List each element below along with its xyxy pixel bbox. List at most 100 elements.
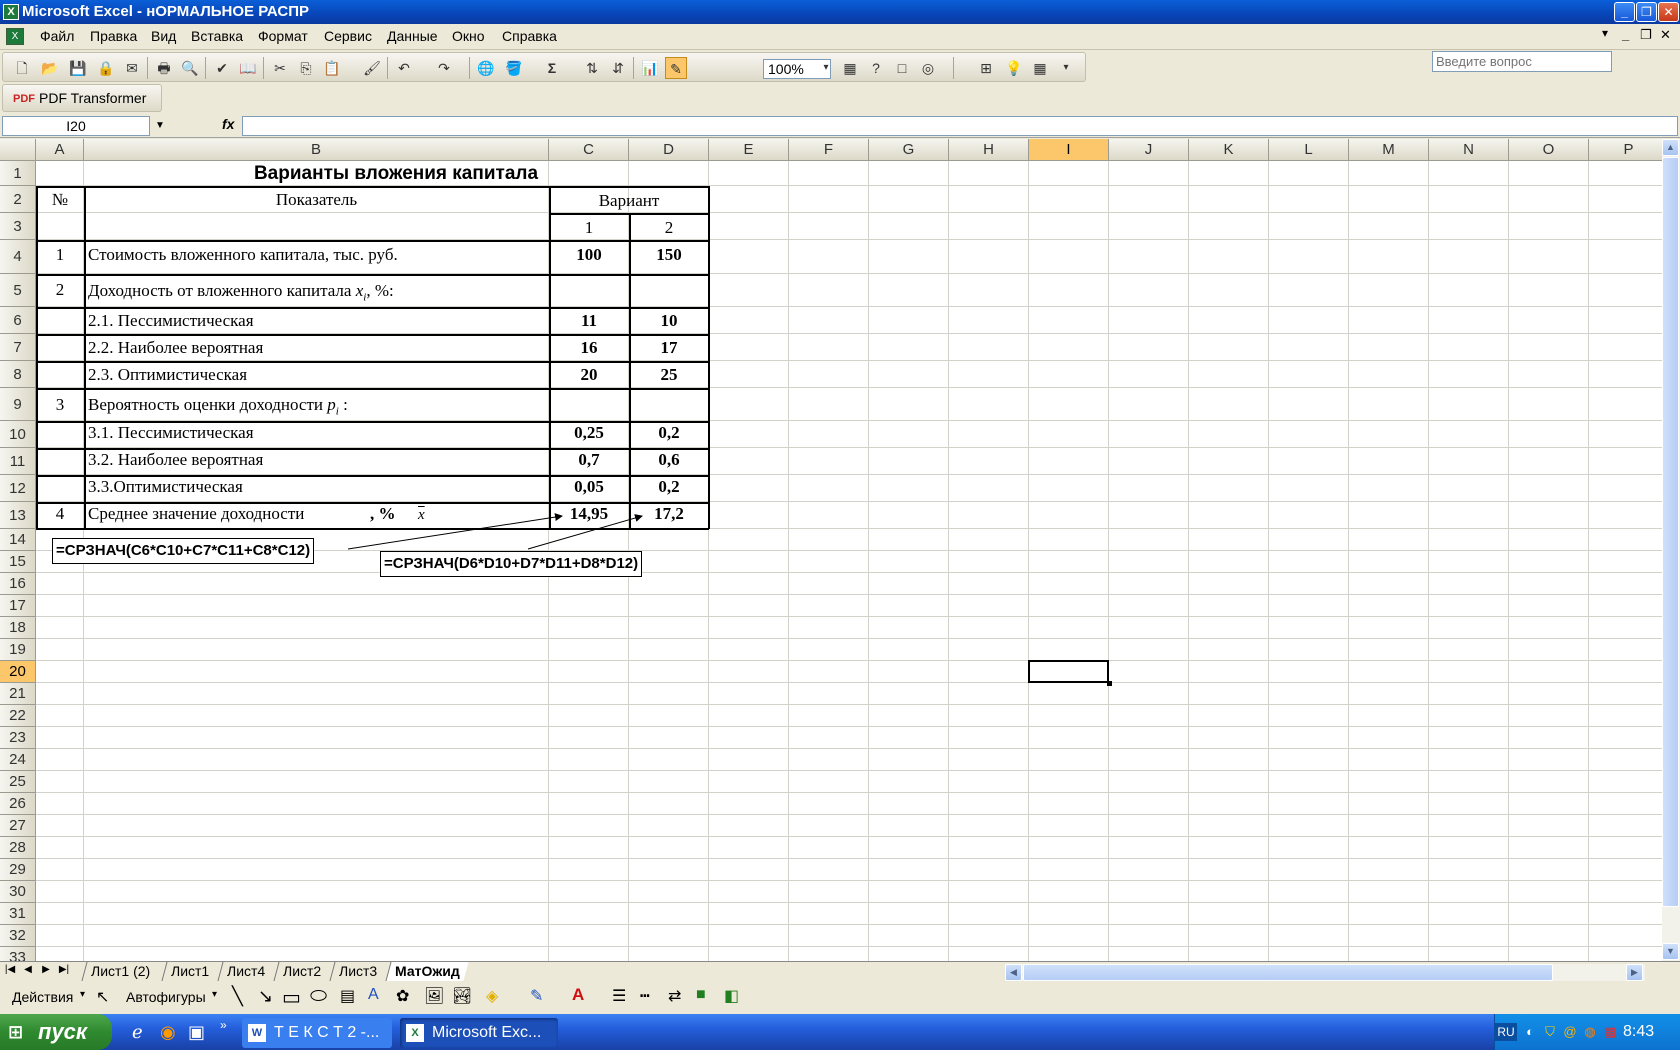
workbook-icon[interactable]: X bbox=[6, 28, 24, 45]
undo-icon[interactable]: ↶ bbox=[393, 57, 415, 79]
task-excel[interactable]: X Microsoft Exc... bbox=[400, 1018, 558, 1048]
window-icon[interactable]: □ bbox=[891, 57, 913, 79]
spelling-icon[interactable]: ✔ bbox=[211, 57, 233, 79]
insert-function-icon[interactable]: fx bbox=[222, 116, 234, 132]
hyperlink-icon[interactable]: 🌐 bbox=[475, 57, 497, 79]
help-dropdown-icon[interactable]: ▾ bbox=[1602, 26, 1608, 40]
line-style-icon[interactable]: ☰ bbox=[612, 986, 626, 1006]
autosum-icon[interactable]: Σ bbox=[541, 57, 563, 79]
tray-shield-icon[interactable]: ◐ bbox=[1521, 1023, 1539, 1041]
next-sheet-icon[interactable]: ▶ bbox=[38, 964, 54, 975]
wordart-icon[interactable]: A bbox=[368, 986, 379, 1004]
start-button[interactable]: ⊞ пуск bbox=[0, 1014, 112, 1050]
borders-icon[interactable]: ⊞ bbox=[975, 57, 997, 79]
format-painter-icon[interactable]: 🖌 bbox=[361, 57, 383, 79]
active-cell-i20[interactable] bbox=[1028, 660, 1112, 686]
name-box-dropdown-icon[interactable]: ▼ bbox=[150, 116, 170, 136]
maximize-button[interactable]: ❐ bbox=[1636, 2, 1657, 22]
email-icon[interactable]: ✉ bbox=[121, 57, 143, 79]
actions-dropdown-icon[interactable]: ▾ bbox=[80, 989, 85, 1000]
tray-app-icon[interactable]: ◍ bbox=[1581, 1023, 1599, 1041]
tab-list4[interactable]: Лист4 bbox=[217, 962, 274, 981]
scroll-up-icon[interactable]: ▲ bbox=[1662, 139, 1679, 156]
cut-icon[interactable]: ✂ bbox=[269, 57, 291, 79]
copy-icon[interactable]: ⎘ bbox=[295, 57, 317, 79]
oval-icon[interactable]: ⬭ bbox=[310, 985, 327, 1008]
dash-style-icon[interactable]: ┅ bbox=[640, 986, 650, 1006]
drawing-icon[interactable]: ✎ bbox=[665, 57, 687, 79]
worksheet-grid[interactable]: ABCDEFGHIJKLMNOP 1 2 3 4 5 6 7 8 9 10 11 12 13 14 15 16… bbox=[0, 139, 1662, 961]
last-sheet-icon[interactable]: ▶| bbox=[56, 964, 72, 975]
tab-list1[interactable]: Лист1 bbox=[161, 962, 218, 981]
quicklaunch-more-icon[interactable]: » bbox=[220, 1018, 227, 1032]
redo-icon[interactable]: ↷ bbox=[433, 57, 455, 79]
menu-file[interactable]: Файл bbox=[40, 28, 74, 44]
tray-mail-icon[interactable]: @ bbox=[1561, 1023, 1579, 1041]
close-button[interactable]: ✕ bbox=[1658, 2, 1679, 22]
formula-callout-d[interactable]: =СРЗНАЧ(D6*D10+D7*D11+D8*D12) bbox=[380, 551, 643, 577]
horizontal-scroll-thumb[interactable] bbox=[1023, 964, 1553, 981]
quicklaunch-icon[interactable]: ▣ bbox=[188, 1022, 205, 1043]
chart-wizard-icon[interactable]: 📊 bbox=[639, 57, 661, 79]
doc-restore-button[interactable]: ❐ bbox=[1640, 27, 1652, 43]
fill-color-icon[interactable]: 🪣 bbox=[503, 57, 525, 79]
diagram-icon[interactable]: ✿ bbox=[396, 986, 409, 1006]
shadow-icon[interactable]: ■ bbox=[696, 986, 706, 1004]
formula-input[interactable] bbox=[242, 116, 1678, 136]
picture-icon[interactable]: 🏞 bbox=[452, 986, 472, 1006]
prev-sheet-icon[interactable]: ◀ bbox=[20, 964, 36, 975]
research-icon[interactable]: 📖 bbox=[237, 57, 259, 79]
sort-descending-icon[interactable]: ⇵ bbox=[607, 57, 629, 79]
line-icon[interactable]: ╲ bbox=[232, 986, 243, 1007]
arrow-style-icon[interactable]: ⇄ bbox=[668, 986, 681, 1006]
vertical-scrollbar[interactable]: ▲ ▼ bbox=[1662, 139, 1680, 961]
menu-tools[interactable]: Сервис bbox=[324, 28, 372, 44]
line-color-icon[interactable]: ✎ bbox=[530, 986, 543, 1006]
open-icon[interactable]: 📂 bbox=[39, 57, 61, 79]
ie-icon[interactable]: ℯ bbox=[132, 1022, 143, 1043]
doc-minimize-button[interactable]: _ bbox=[1622, 27, 1629, 42]
excel-app-icon[interactable]: X bbox=[3, 4, 19, 20]
vertical-scroll-thumb[interactable] bbox=[1662, 157, 1679, 907]
tab-list1-2[interactable]: Лист1 (2) bbox=[81, 962, 159, 981]
fill-color-draw-icon[interactable]: ◈ bbox=[486, 986, 498, 1006]
menu-view[interactable]: Вид bbox=[151, 28, 176, 44]
grid-icon[interactable]: ▦ bbox=[1029, 57, 1051, 79]
name-box[interactable]: I20 bbox=[2, 116, 150, 136]
scroll-left-icon[interactable]: ◀ bbox=[1005, 964, 1022, 981]
horizontal-scrollbar[interactable]: ◀ ▶ bbox=[1005, 964, 1645, 981]
doc-close-button[interactable]: ✕ bbox=[1660, 27, 1671, 43]
formula-callout-c[interactable]: =СРЗНАЧ(C6*C10+C7*C11+C8*C12) bbox=[52, 538, 315, 564]
pdf-transformer-button[interactable]: PDF Transformer bbox=[39, 90, 146, 106]
menu-window[interactable]: Окно bbox=[452, 28, 485, 44]
task-word-doc[interactable]: W Т Е К С Т 2 -... bbox=[242, 1018, 392, 1048]
help-question-input[interactable] bbox=[1432, 51, 1612, 72]
firefox-icon[interactable]: ◉ bbox=[160, 1022, 176, 1043]
menu-edit[interactable]: Правка bbox=[90, 28, 137, 44]
minimize-button[interactable]: _ bbox=[1614, 2, 1635, 22]
first-sheet-icon[interactable]: |◀ bbox=[2, 964, 18, 975]
menu-data[interactable]: Данные bbox=[387, 28, 438, 44]
menu-insert[interactable]: Вставка bbox=[191, 28, 243, 44]
save-icon[interactable]: 💾 bbox=[67, 57, 89, 79]
autoshapes-menu[interactable]: Автофигуры bbox=[126, 989, 206, 1005]
3d-icon[interactable]: ◧ bbox=[724, 986, 739, 1006]
scroll-right-icon[interactable]: ▶ bbox=[1626, 964, 1643, 981]
help-icon[interactable]: ? bbox=[865, 57, 887, 79]
toolbar-options-icon[interactable]: ▾ bbox=[1055, 57, 1077, 79]
sort-ascending-icon[interactable]: ⇅ bbox=[581, 57, 603, 79]
scroll-down-icon[interactable]: ▼ bbox=[1662, 943, 1679, 960]
lightbulb-icon[interactable]: 💡 bbox=[1003, 57, 1025, 79]
calendar-icon[interactable]: ▦ bbox=[839, 57, 861, 79]
tab-list3[interactable]: Лист3 bbox=[329, 962, 386, 981]
arrow-icon[interactable]: ↘ bbox=[258, 986, 273, 1007]
textbox-icon[interactable]: ▤ bbox=[340, 986, 355, 1006]
autoshapes-dropdown-icon[interactable]: ▾ bbox=[212, 989, 217, 1000]
clipart-icon[interactable]: 🖼 bbox=[424, 986, 444, 1006]
tray-media-icon[interactable]: ▩ bbox=[1601, 1023, 1619, 1041]
record-icon[interactable]: ◎ bbox=[917, 57, 939, 79]
menu-format[interactable]: Формат bbox=[258, 28, 308, 44]
paste-icon[interactable]: 📋 bbox=[321, 57, 343, 79]
zoom-dropdown-icon[interactable]: ▾ bbox=[815, 57, 837, 79]
new-icon[interactable]: 🗋 bbox=[11, 57, 33, 79]
